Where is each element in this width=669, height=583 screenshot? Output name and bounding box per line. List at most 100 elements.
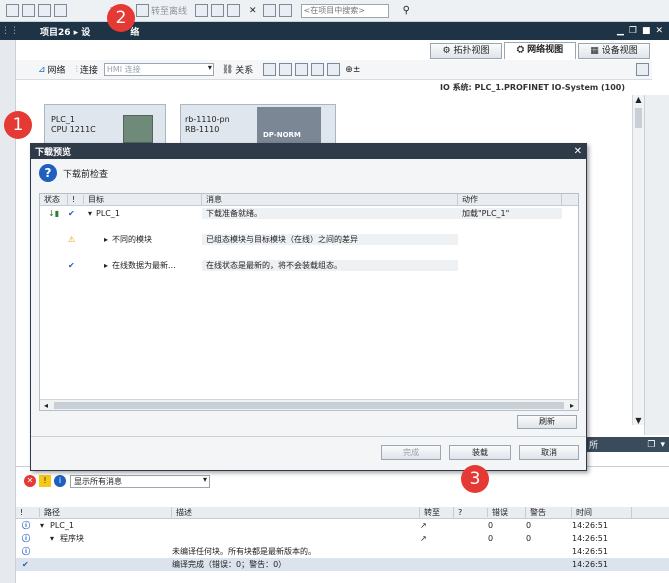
- hmi-connection-select[interactable]: HMI 连接 ▾: [103, 63, 214, 76]
- inspector-chevron-icon[interactable]: ▾: [660, 440, 665, 450]
- close-x-icon[interactable]: ✕: [249, 6, 257, 16]
- message-filter-select[interactable]: 显示所有消息 ▾: [70, 474, 210, 488]
- search-icon[interactable]: ⚲: [403, 5, 410, 16]
- editor-title-bar: ⋮⋮ 项目26 ▸ 设 络 ▁ ❐ ■ ✕: [0, 22, 669, 40]
- tab-network-view[interactable]: ⛭ 网络视图: [504, 42, 576, 59]
- info-filter-icon[interactable]: i: [54, 475, 66, 487]
- go-offline-button[interactable]: 转至离线: [151, 4, 187, 17]
- goto-arrow-icon[interactable]: ↗: [420, 534, 454, 543]
- device-name: PLC_1: [51, 115, 75, 124]
- warning-filter-icon[interactable]: !: [39, 475, 51, 487]
- scroll-thumb[interactable]: [54, 401, 564, 409]
- success-check-icon: ✔: [22, 560, 29, 569]
- start-cpu-icon[interactable]: [211, 4, 225, 17]
- ok-check-icon: ✔: [68, 260, 75, 270]
- table-row[interactable]: ✔ 编译完成（错误：0；警告：0） 14:26:51: [16, 558, 669, 571]
- scroll-thumb[interactable]: [635, 108, 642, 128]
- cancel-button[interactable]: 取消: [519, 445, 579, 460]
- question-icon: ?: [39, 164, 57, 182]
- network-icon: ⛭: [516, 45, 525, 55]
- zoom-icon[interactable]: ⊕±: [345, 65, 360, 75]
- relations-button[interactable]: 关系: [235, 63, 253, 76]
- float-window-icon[interactable]: ❐: [629, 26, 637, 36]
- ready-check-icon: ✔: [68, 208, 75, 218]
- maximize-icon[interactable]: ■: [642, 26, 651, 36]
- download-check-table: 状态 ! 目标 消息 动作 ↓▮ ✔ ▾ PLC_1 下载准备就绪。 加载"PL…: [39, 193, 579, 411]
- page-icon[interactable]: [311, 63, 325, 76]
- properties-icon[interactable]: [636, 63, 649, 76]
- target-name: PLC_1: [96, 208, 120, 218]
- tab-topology-view[interactable]: ⚙ 拓扑视图: [430, 42, 502, 59]
- chevron-down-icon: ▾: [207, 63, 212, 72]
- io-system-label: IO 系统: PLC_1.PROFINET IO-System (100): [440, 83, 626, 92]
- layout-icon[interactable]: [279, 63, 293, 76]
- canvas-vertical-scrollbar[interactable]: ▲ ▼: [632, 95, 644, 425]
- pin-icon[interactable]: ⋮⋮: [0, 26, 20, 36]
- table-row[interactable]: ⓘ ▾ PLC_1 ↗ 0 0 14:26:51: [16, 519, 669, 532]
- tree-collapsed-icon[interactable]: ▸: [84, 261, 112, 270]
- load-button[interactable]: 装载: [449, 445, 511, 460]
- editor-breadcrumb: 项目26 ▸ 设: [40, 27, 91, 38]
- device-name: rb-1110-pn: [185, 115, 230, 124]
- download-status-icon: ↓▮: [48, 208, 60, 218]
- stop-cpu-icon[interactable]: [227, 4, 241, 17]
- relations-icon: ⛓: [221, 64, 234, 75]
- tree-collapsed-icon[interactable]: ▸: [84, 235, 112, 244]
- info-filter-bar: ✕ ! i 显示所有消息 ▾: [16, 471, 669, 491]
- table-horizontal-scrollbar[interactable]: ◂ ▸: [40, 399, 578, 410]
- accessible-devices-icon[interactable]: [195, 4, 209, 17]
- save-project-icon[interactable]: [6, 4, 19, 17]
- table-row[interactable]: ⚠ ▸ 不同的模块 已组态模块与目标模块（在线）之间的差异: [40, 232, 578, 246]
- split-vertical-icon[interactable]: [278, 4, 292, 17]
- table-header: 状态 ! 目标 消息 动作: [40, 194, 578, 206]
- tree-expand-icon[interactable]: ▾: [40, 521, 50, 530]
- refresh-button[interactable]: 刷新: [517, 415, 577, 429]
- step-marker-3: 3: [461, 465, 489, 493]
- info-icon: ⓘ: [22, 534, 30, 543]
- project-search-input[interactable]: [300, 3, 389, 18]
- cut-icon[interactable]: [38, 4, 51, 17]
- error-filter-icon[interactable]: ✕: [24, 475, 36, 487]
- dialog-heading-text: 下载前检查: [63, 169, 109, 180]
- table-icon[interactable]: [295, 63, 309, 76]
- info-icon: ⓘ: [22, 547, 30, 556]
- action-value[interactable]: 加载"PLC_1": [458, 207, 562, 219]
- table-row[interactable]: ⓘ 未编译任何块。所有块都是最新版本的。 14:26:51: [16, 545, 669, 558]
- tab-device-view[interactable]: ▦ 设备视图: [578, 42, 650, 59]
- split-horizontal-icon[interactable]: [262, 4, 276, 17]
- info-table-header: ! 路径 描述 转至 ? 错误 警告 时间: [16, 507, 669, 519]
- info-icon: ⓘ: [22, 521, 30, 530]
- view-tabs: ⚙ 拓扑视图 ⛭ 网络视图 ▦ 设备视图: [430, 42, 650, 59]
- overview-icon[interactable]: [327, 63, 341, 76]
- table-row[interactable]: ⓘ ▾ 程序块 ↗ 0 0 14:26:51: [16, 532, 669, 545]
- dialog-heading: ? 下载前检查: [31, 159, 586, 187]
- minimize-icon[interactable]: ▁: [617, 26, 624, 36]
- inspector-window-icon[interactable]: ❐: [647, 440, 655, 450]
- close-editor-icon[interactable]: ✕: [655, 26, 663, 36]
- table-row[interactable]: ↓▮ ✔ ▾ PLC_1 下载准备就绪。 加载"PLC_1": [40, 206, 578, 220]
- print-icon[interactable]: [22, 4, 35, 17]
- step-marker-2: 2: [107, 4, 135, 32]
- tree-expand-icon[interactable]: ▾: [84, 209, 96, 218]
- scroll-left-arrow-icon[interactable]: ◂: [40, 401, 52, 410]
- info-panel: ✕ ! i 显示所有消息 ▾ ! 路径 描述 转至 ? 错误 警告 时间 ⓘ ▾…: [16, 466, 669, 583]
- right-task-strip: [644, 95, 669, 435]
- network-button[interactable]: 网络: [48, 63, 66, 76]
- step-marker-1: 1: [4, 111, 32, 139]
- grid-icon[interactable]: [263, 63, 277, 76]
- goto-arrow-icon[interactable]: ↗: [420, 521, 454, 530]
- scroll-down-arrow-icon[interactable]: ▼: [633, 416, 644, 425]
- scroll-up-arrow-icon[interactable]: ▲: [633, 95, 644, 104]
- dialog-title: 下载预览: [35, 148, 72, 158]
- scroll-right-arrow-icon[interactable]: ▸: [566, 401, 578, 410]
- table-row[interactable]: ✔ ▸ 在线数据为最新... 在线状态是最新的，将不会装载组态。: [40, 258, 578, 272]
- cpu-module-graphic: [123, 115, 153, 143]
- go-offline-icon[interactable]: [136, 4, 150, 17]
- connection-button[interactable]: 连接: [80, 63, 98, 76]
- tree-expand-icon[interactable]: ▾: [40, 534, 60, 543]
- button-bar-divider: [31, 436, 586, 437]
- copy-icon[interactable]: [54, 4, 67, 17]
- close-icon[interactable]: ✕: [574, 146, 582, 157]
- network-icon: ⊿: [38, 64, 46, 75]
- dp-norm-module: DP-NORM: [257, 107, 321, 147]
